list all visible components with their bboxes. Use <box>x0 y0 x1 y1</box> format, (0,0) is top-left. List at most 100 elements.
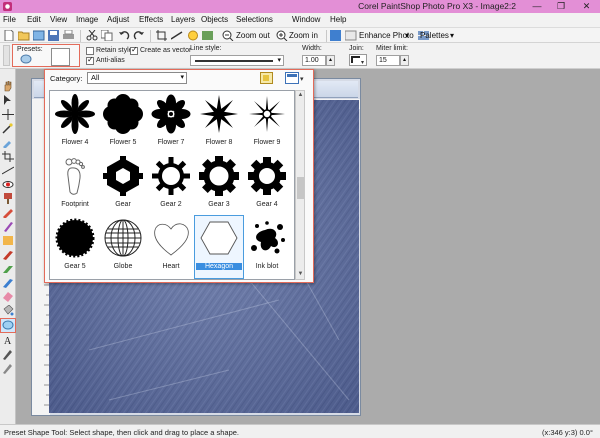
redo-icon[interactable] <box>133 30 145 41</box>
shape-gear-2[interactable]: Gear 2 <box>147 154 195 216</box>
shape-label: Heart <box>162 263 180 270</box>
width-input[interactable]: 1.00 <box>302 55 326 66</box>
close-button[interactable]: ✕ <box>573 0 600 13</box>
crop-icon[interactable] <box>156 30 168 41</box>
flower-7-icon <box>151 94 191 134</box>
shape-globe[interactable]: Globe <box>99 216 147 278</box>
menu-image[interactable]: Image <box>76 15 98 24</box>
standard-toolbar: Zoom out Zoom in Enhance Photo ▾ Palette… <box>0 27 600 43</box>
options-grip[interactable] <box>3 45 10 66</box>
menu-adjust[interactable]: Adjust <box>107 15 129 24</box>
preset-shape-tool-icon[interactable] <box>2 320 14 331</box>
copy-icon[interactable] <box>101 30 113 41</box>
enhance-photo-arrow[interactable]: ▾ <box>405 31 409 40</box>
status-bar: Preset Shape Tool: Select shape, then cl… <box>0 424 600 438</box>
print-icon[interactable] <box>63 30 75 41</box>
shape-footprint[interactable]: Footprint <box>51 154 99 216</box>
scrollbar-thumb[interactable] <box>297 177 304 199</box>
scratch-remover-icon[interactable] <box>2 207 14 218</box>
magic-wand-icon[interactable] <box>2 123 14 134</box>
red-eye-tool-icon[interactable] <box>2 179 14 190</box>
pan-tool-icon[interactable] <box>2 81 14 92</box>
preset-shape-icon[interactable] <box>20 54 32 64</box>
menu-objects[interactable]: Objects <box>201 15 228 24</box>
pick-tool-icon[interactable] <box>2 95 14 106</box>
clone-brush-icon[interactable] <box>2 193 14 204</box>
shape-gear-3[interactable]: Gear 3 <box>195 154 243 216</box>
svg-text:▾: ▾ <box>361 60 364 66</box>
menu-edit[interactable]: Edit <box>27 15 41 24</box>
shape-flower-4[interactable]: Flower 4 <box>51 92 99 154</box>
palettes-arrow[interactable]: ▾ <box>450 31 454 40</box>
category-dropdown[interactable]: All ▾ <box>87 72 187 84</box>
adjust-icon[interactable] <box>202 30 214 41</box>
text-tool-icon[interactable]: A <box>2 335 14 346</box>
menu-selections[interactable]: Selections <box>236 15 273 24</box>
ink-blot-icon <box>251 221 285 254</box>
enhance-photo-icon[interactable] <box>345 30 357 41</box>
shape-flower-8[interactable]: Flower 8 <box>195 92 243 154</box>
anti-alias-checkbox[interactable] <box>86 55 94 65</box>
cut-icon[interactable] <box>86 30 98 41</box>
shape-hexagon[interactable]: Hexagon <box>194 215 244 279</box>
shape-ink-blot[interactable]: Ink blot <box>243 216 291 278</box>
window-title: Corel PaintShop Photo Pro X3 - Image2:2 <box>358 1 516 11</box>
scroll-up-icon[interactable]: ▲ <box>296 92 305 98</box>
eraser-tool-icon[interactable] <box>2 291 14 302</box>
save-icon[interactable] <box>48 30 60 41</box>
open-folder-icon[interactable] <box>18 30 30 41</box>
auto-fix-icon[interactable] <box>187 30 199 41</box>
warp-brush-icon[interactable] <box>2 363 14 374</box>
dodge-tool-icon[interactable] <box>2 235 14 246</box>
width-spinner[interactable]: ▴ <box>326 55 335 66</box>
miter-limit-input[interactable]: 15 <box>376 55 400 66</box>
shape-gear-5[interactable]: Gear 5 <box>51 216 99 278</box>
zoom-in-icon[interactable] <box>276 30 288 41</box>
paint-brush-icon[interactable] <box>2 249 14 260</box>
view-options-icon[interactable]: ▾ <box>285 72 307 84</box>
airbrush-icon[interactable] <box>2 263 14 274</box>
menu-help[interactable]: Help <box>330 15 346 24</box>
lighten-darken-icon[interactable] <box>2 221 14 232</box>
palettes-button[interactable]: Palettes <box>420 31 449 40</box>
pen-tool-icon[interactable] <box>2 349 14 360</box>
menu-view[interactable]: View <box>50 15 67 24</box>
browse-icon[interactable] <box>33 30 45 41</box>
shape-flower-7[interactable]: Flower 7 <box>147 92 195 154</box>
add-shape-icon[interactable] <box>260 72 273 84</box>
zoom-out-icon[interactable] <box>222 30 234 41</box>
crop-tool-icon[interactable] <box>2 151 14 162</box>
restore-button[interactable]: ❐ <box>549 0 573 13</box>
move-tool-icon[interactable] <box>2 109 14 120</box>
dropper-tool-icon[interactable] <box>2 137 14 148</box>
zoom-out-button[interactable]: Zoom out <box>236 31 270 40</box>
miter-limit-spinner[interactable]: ▴ <box>400 55 409 66</box>
straighten-icon[interactable] <box>171 30 183 41</box>
menu-window[interactable]: Window <box>292 15 320 24</box>
line-style-dropdown[interactable]: ▾ <box>190 55 284 66</box>
minimize-button[interactable]: — <box>525 0 549 13</box>
shape-flower-9[interactable]: Flower 9 <box>243 92 291 154</box>
shape-flower-5[interactable]: Flower 5 <box>99 92 147 154</box>
shape-label: Globe <box>113 263 133 270</box>
new-file-icon[interactable] <box>3 30 15 41</box>
shape-gear-4[interactable]: Gear 4 <box>243 154 291 216</box>
zoom-in-button[interactable]: Zoom in <box>289 31 318 40</box>
flower-9-icon <box>249 96 285 132</box>
shape-gear[interactable]: Gear <box>99 154 147 216</box>
color-replacer-icon[interactable] <box>2 277 14 288</box>
shape-grid-scrollbar[interactable]: ▲ ▼ <box>295 90 305 280</box>
learning-center-icon[interactable] <box>330 30 342 41</box>
shape-heart[interactable]: Heart <box>147 216 195 278</box>
retain-style-checkbox[interactable] <box>86 47 94 55</box>
shape-swatch[interactable] <box>51 48 70 66</box>
flood-fill-icon[interactable] <box>2 305 14 316</box>
menu-layers[interactable]: Layers <box>171 15 195 24</box>
scroll-down-icon[interactable]: ▼ <box>296 271 305 277</box>
create-as-vector-checkbox[interactable] <box>130 45 138 55</box>
menu-effects[interactable]: Effects <box>139 15 163 24</box>
join-style-icon[interactable]: ▾ <box>349 54 367 66</box>
straighten-tool-icon[interactable] <box>2 165 14 176</box>
menu-file[interactable]: File <box>3 15 16 24</box>
undo-icon[interactable] <box>118 30 130 41</box>
